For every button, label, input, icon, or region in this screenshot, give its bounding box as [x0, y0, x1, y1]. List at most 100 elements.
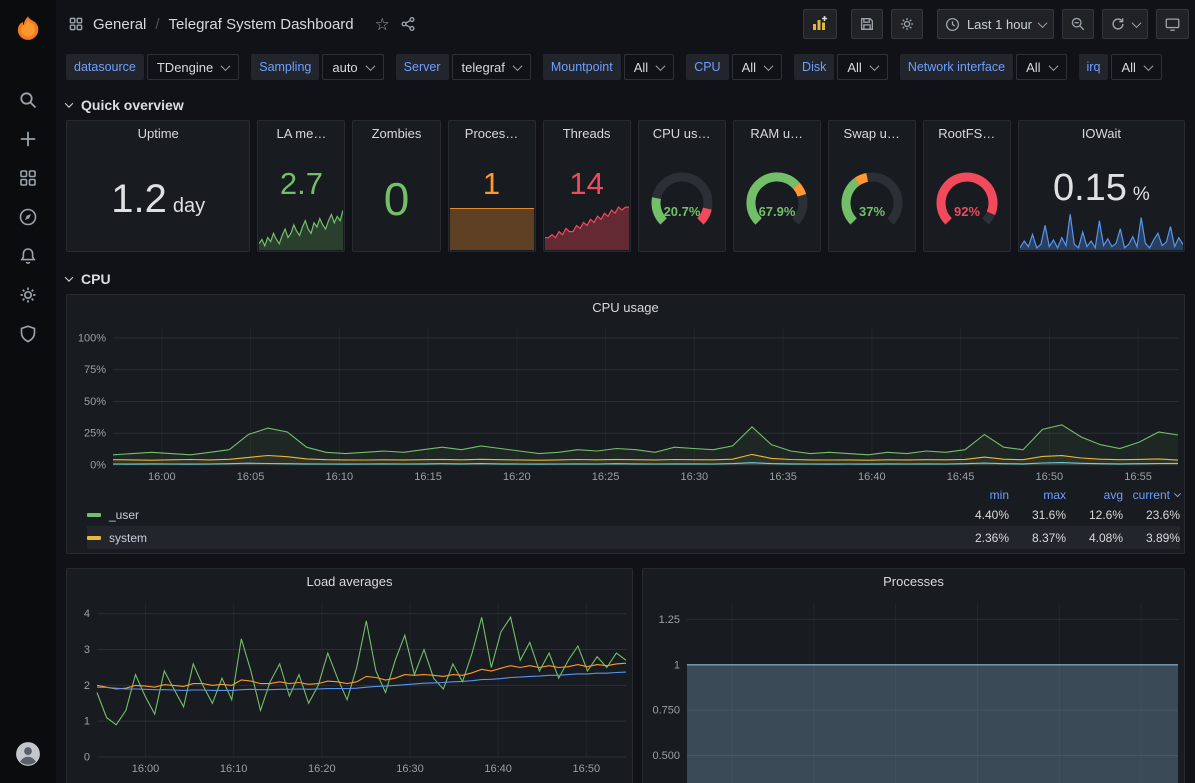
- panel-title[interactable]: Load averages: [67, 569, 632, 595]
- panel-title[interactable]: Swap u…: [829, 121, 915, 147]
- svg-text:0.750: 0.750: [652, 705, 680, 717]
- time-range-picker[interactable]: Last 1 hour: [937, 9, 1054, 39]
- panel-title[interactable]: RootFS…: [924, 121, 1010, 147]
- variable-label: Network interface: [900, 54, 1013, 80]
- page-title: Telegraf System Dashboard: [169, 16, 354, 33]
- variable-label: irq: [1079, 54, 1109, 80]
- cpu-usage-chart[interactable]: 0%25%50%75%100%16:0016:0516:1016:1516:20…: [67, 321, 1184, 485]
- bell-icon: [18, 246, 38, 266]
- legend-series-name[interactable]: _user: [109, 508, 139, 522]
- svg-text:16:45: 16:45: [947, 471, 975, 483]
- panel-title[interactable]: RAM u…: [734, 121, 820, 147]
- sort-chevron-icon: [1174, 490, 1181, 497]
- gauge-swap_used: 37%: [828, 158, 916, 240]
- stat-body: 0.15%: [1019, 147, 1184, 251]
- grafana-logo[interactable]: [5, 9, 51, 48]
- chevron-down-icon: [512, 61, 522, 71]
- svg-text:25%: 25%: [84, 428, 106, 440]
- stat-unit: day: [173, 195, 205, 218]
- legend-sort-max[interactable]: max: [1009, 488, 1066, 502]
- panel-title[interactable]: Processes: [643, 569, 1184, 595]
- panel-title[interactable]: Proces…: [449, 121, 535, 147]
- refresh-button[interactable]: [1102, 9, 1148, 39]
- legend-row: _iowait0.626%4.11%1.19%1.24%: [87, 549, 1180, 554]
- variable-value-dropdown[interactable]: TDengine: [147, 54, 239, 80]
- breadcrumb-separator: /: [155, 16, 159, 33]
- sidebar-item-alerting[interactable]: [5, 236, 51, 275]
- panel-title[interactable]: CPU usage: [67, 295, 1184, 321]
- variable-irq: irqAll: [1079, 54, 1162, 80]
- legend-series-name[interactable]: _iowait: [109, 554, 146, 555]
- legend-value: 4.40%: [952, 508, 1009, 522]
- stat-sparkline: [545, 204, 629, 250]
- plus-icon: [18, 129, 38, 149]
- sidebar-item-search[interactable]: [5, 80, 51, 119]
- variable-network-interface: Network interfaceAll: [900, 54, 1067, 80]
- variable-value-dropdown[interactable]: All: [624, 54, 674, 80]
- processes-chart[interactable]: 0.2500.5000.75011.25: [643, 595, 1184, 783]
- panel-title[interactable]: Uptime: [67, 121, 249, 147]
- panel-title[interactable]: LA me…: [258, 121, 344, 147]
- svg-text:16:40: 16:40: [484, 763, 512, 775]
- panel-title[interactable]: Zombies: [353, 121, 439, 147]
- panel-title[interactable]: Threads: [544, 121, 630, 147]
- stat-row: Uptime1.2dayLA me…2.7Zombies0Proces…1Thr…: [66, 120, 1185, 252]
- stat-value: 14: [569, 168, 603, 199]
- svg-text:16:35: 16:35: [769, 471, 797, 483]
- chevron-down-icon: [764, 61, 774, 71]
- section-quick-overview[interactable]: Quick overview: [66, 90, 1185, 120]
- add-panel-button[interactable]: [803, 9, 837, 39]
- sidebar-item-server-admin[interactable]: [5, 314, 51, 353]
- sidebar-item-create[interactable]: [5, 119, 51, 158]
- section-label: Quick overview: [81, 97, 184, 113]
- processes-panel: Processes 0.2500.5000.75011.25: [642, 568, 1185, 783]
- legend-value: 0.626%: [952, 554, 1009, 555]
- legend-series: system: [87, 531, 952, 545]
- legend-sort-avg[interactable]: avg: [1066, 488, 1123, 502]
- save-dashboard-button[interactable]: [851, 9, 883, 39]
- sidebar-item-configuration[interactable]: [5, 275, 51, 314]
- stat-body: 37%: [829, 147, 915, 251]
- variable-value-dropdown[interactable]: auto: [322, 54, 383, 80]
- breadcrumb-folder[interactable]: General: [93, 16, 146, 33]
- clock-icon: [945, 17, 960, 32]
- gauge-rootfs: 92%: [923, 158, 1011, 240]
- stat-bar: [450, 208, 534, 250]
- legend-value: 3.89%: [1123, 531, 1180, 545]
- user-avatar[interactable]: [5, 734, 51, 773]
- legend-series-name[interactable]: system: [109, 531, 147, 545]
- zoom-out-button[interactable]: [1062, 9, 1094, 39]
- dashboard-settings-button[interactable]: [891, 9, 923, 39]
- stat-body: 2.7: [258, 147, 344, 251]
- share-icon[interactable]: [400, 16, 416, 32]
- legend-row: system2.36%8.37%4.08%3.89%: [87, 526, 1180, 549]
- sidebar-item-dashboards[interactable]: [5, 158, 51, 197]
- panel-title[interactable]: CPU us…: [639, 121, 725, 147]
- panel-title[interactable]: IOWait: [1019, 121, 1184, 147]
- grafana-logo-icon: [13, 14, 43, 44]
- section-cpu[interactable]: CPU: [66, 264, 1185, 294]
- legend-sort-min[interactable]: min: [952, 488, 1009, 502]
- dashboard-grid-icon: [68, 16, 84, 32]
- variable-value-dropdown[interactable]: telegraf: [452, 54, 531, 80]
- chevron-down-icon: [221, 61, 231, 71]
- variable-server: Servertelegraf: [396, 54, 531, 80]
- filter-bar: datasourceTDengineSamplingautoServertele…: [56, 48, 1195, 86]
- stat-value: 0: [384, 176, 410, 222]
- legend-row: _user4.40%31.6%12.6%23.6%: [87, 503, 1180, 526]
- variable-value-dropdown[interactable]: All: [1111, 54, 1161, 80]
- variable-value-dropdown[interactable]: All: [1016, 54, 1066, 80]
- variable-value-dropdown[interactable]: All: [732, 54, 782, 80]
- cycle-view-button[interactable]: [1156, 9, 1189, 39]
- cpu-usage-panel: CPU usage 0%25%50%75%100%16:0016:0516:10…: [66, 294, 1185, 554]
- load-averages-chart[interactable]: 0123416:0016:1016:2016:3016:4016:50: [67, 595, 632, 777]
- variable-value-dropdown[interactable]: All: [837, 54, 887, 80]
- svg-text:0: 0: [84, 752, 90, 764]
- stat-body: 92%: [924, 147, 1010, 251]
- legend-value: 2.36%: [952, 531, 1009, 545]
- sidebar-item-explore[interactable]: [5, 197, 51, 236]
- legend-sort-current[interactable]: current: [1123, 488, 1180, 502]
- star-icon[interactable]: ☆: [375, 16, 390, 33]
- legend-series: _iowait: [87, 554, 952, 555]
- variable-value: All: [847, 60, 861, 75]
